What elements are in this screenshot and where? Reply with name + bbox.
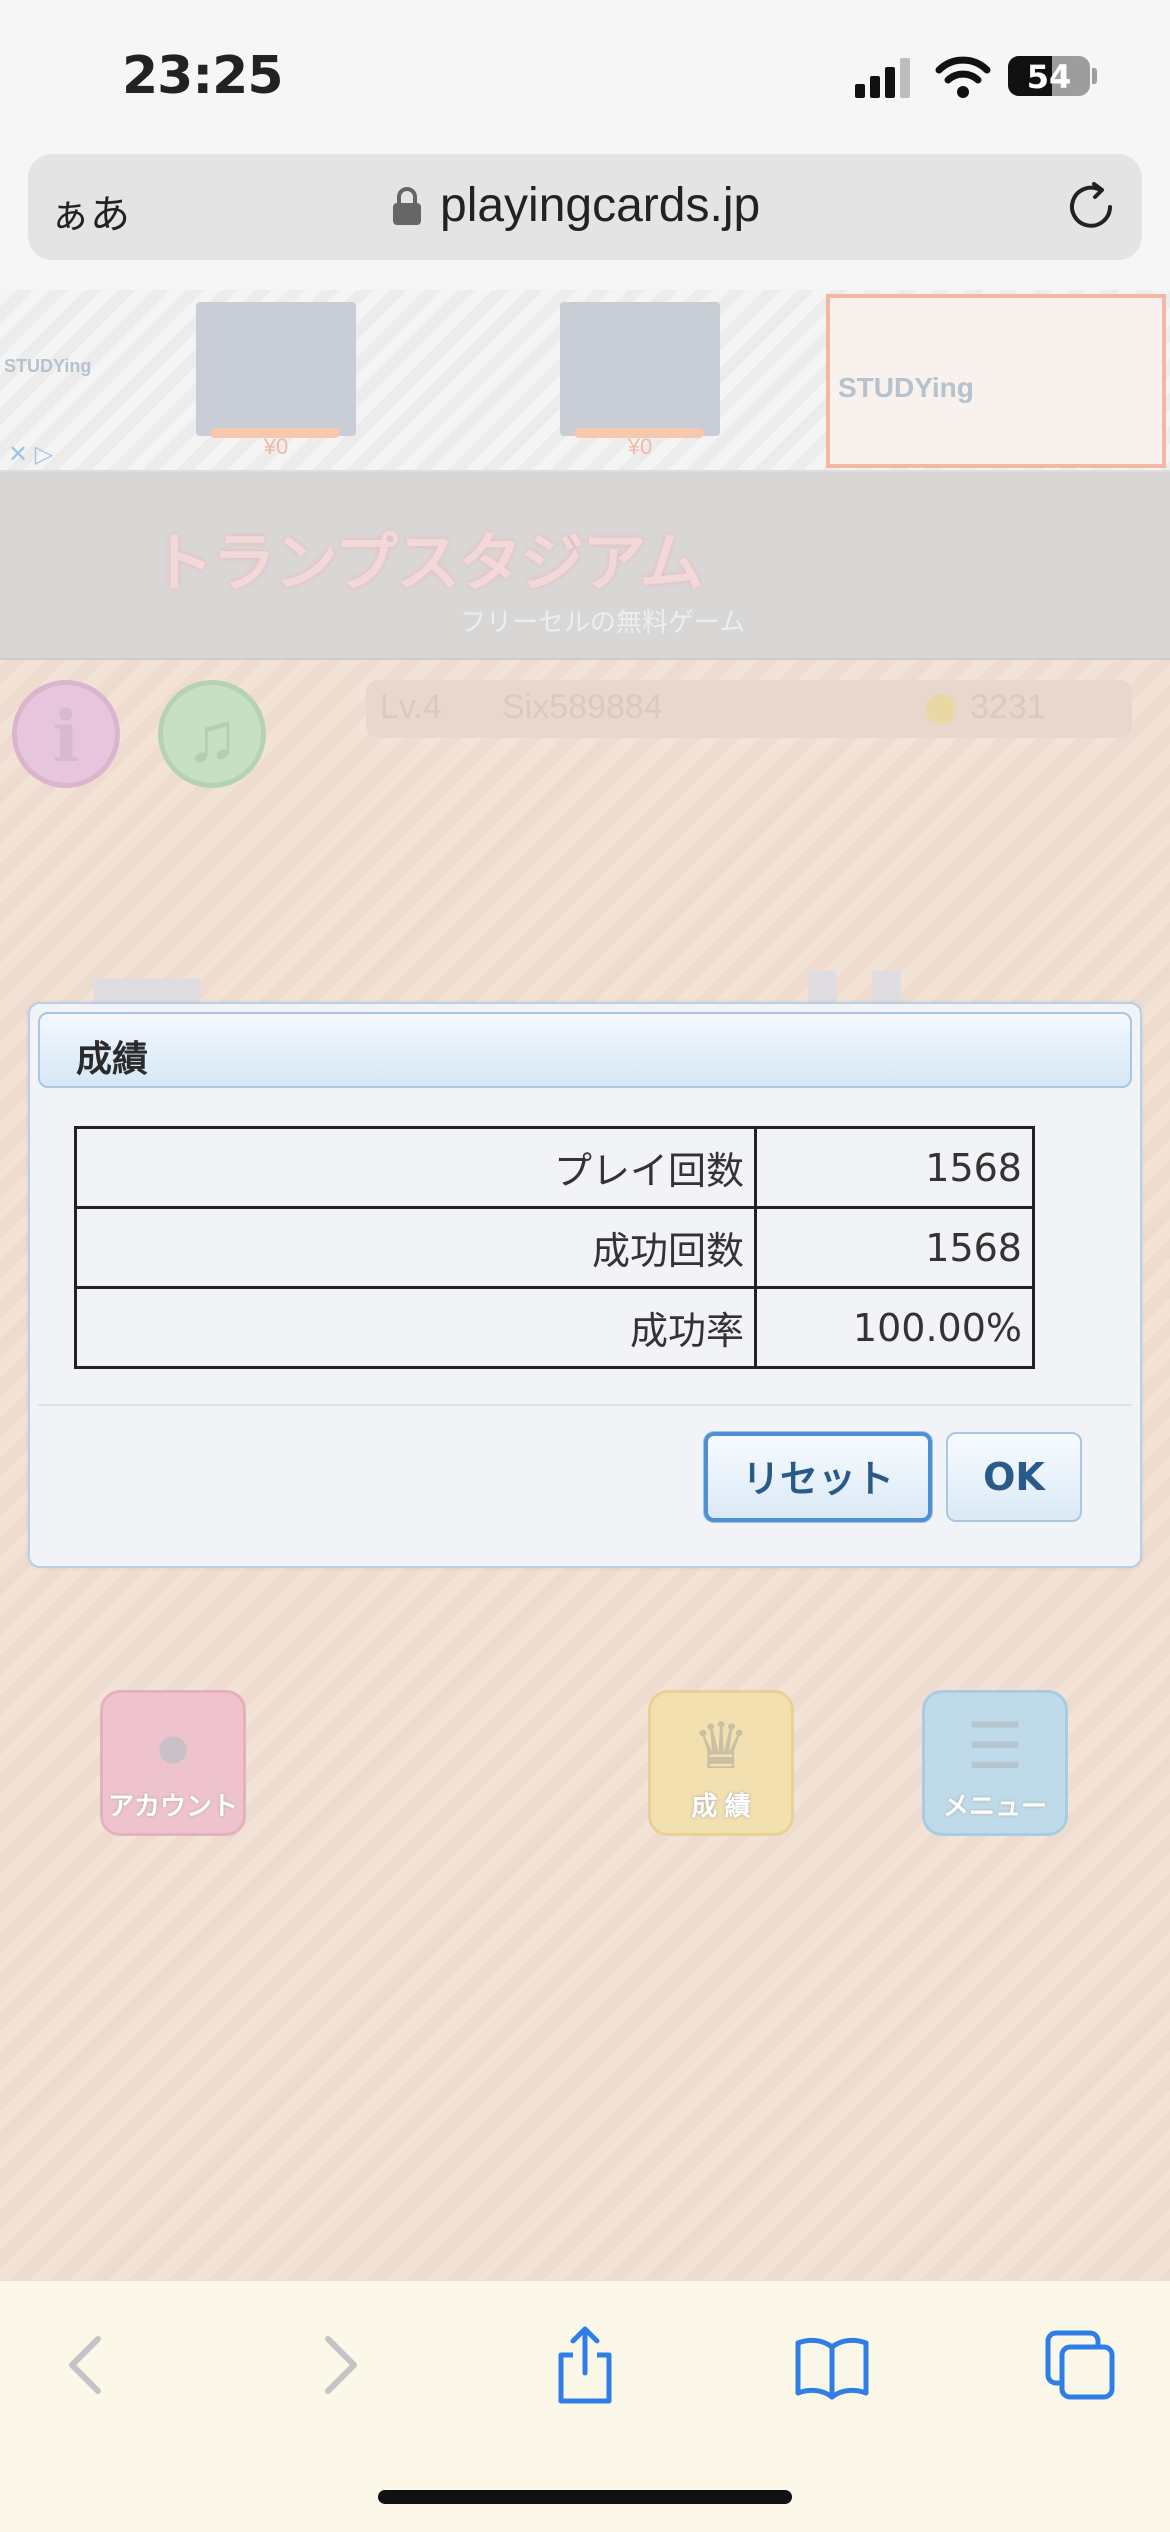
battery-percent: 54 [1026,58,1072,96]
username: Six589884 [502,688,663,726]
menu-label: メニュー [942,1791,1047,1821]
forward-icon[interactable] [298,2325,378,2405]
music-button[interactable]: ♫ [158,680,266,788]
share-icon[interactable] [545,2325,625,2405]
person-icon: ● [153,1710,193,1782]
back-icon[interactable] [48,2325,128,2405]
coin-icon [926,694,956,724]
reload-icon[interactable] [1064,180,1118,234]
table-row: 成功率 100.00% [74,1286,1035,1369]
stats-table: プレイ回数 1568 成功回数 1568 成功率 100.00% [74,1126,1035,1369]
stat-value: 1568 [754,1126,1035,1209]
wifi-icon [935,56,991,98]
dialog-title: 成績 [76,1039,149,1080]
stat-value: 100.00% [754,1286,1035,1369]
status-time: 23:25 [122,46,284,106]
bookmarks-icon[interactable] [792,2325,872,2405]
ad-close-icon[interactable]: ✕ ▷ [8,440,53,469]
trophy-icon: ♛ [692,1710,750,1782]
coin-count: 3231 [970,688,1046,726]
score-tile[interactable]: ♛ 成 績 [648,1690,794,1836]
ad-brand-logo: STUDYing [838,372,974,403]
ad-price: ¥0 [263,434,289,459]
stat-value: 1568 [754,1206,1035,1289]
site-subtitle: フリーセルの無料ゲーム [460,607,746,637]
info-button[interactable]: i [12,680,120,788]
tabs-icon[interactable] [1040,2325,1120,2405]
stat-label: 成功率 [74,1286,757,1369]
site-header: トランプスタジアム フリーセルの無料ゲーム [0,472,1170,660]
battery-tip [1092,68,1097,84]
status-bar: 23:25 54 [0,0,1170,150]
url-text[interactable]: playingcards.jp [440,178,760,233]
table-row: プレイ回数 1568 [74,1126,1035,1209]
site-logo[interactable]: トランプスタジアム [150,512,704,604]
account-label: アカウント [107,1791,238,1821]
dialog-divider [38,1404,1132,1406]
address-bar[interactable]: ぁあ playingcards.jp [28,154,1142,260]
table-row: 成功回数 1568 [74,1206,1035,1289]
ad-image-woman [560,302,720,436]
reset-button[interactable]: リセット [704,1432,932,1522]
lock-icon [393,187,421,225]
home-indicator [378,2490,792,2504]
reader-settings-button[interactable]: ぁあ [50,182,130,240]
ad-price: ¥0 [627,434,653,459]
account-tile[interactable]: ● アカウント [100,1690,246,1836]
ok-button[interactable]: OK [946,1432,1082,1522]
ad-brand-logo: STUDYing [4,356,92,376]
ad-feature-panel[interactable]: STUDYing [826,294,1166,468]
cellular-signal-icon [855,58,910,98]
ad-image-man [196,302,356,436]
stat-label: 成功回数 [74,1206,757,1289]
ad-banner[interactable]: STUDYing ¥0 ¥0 STUDYing ✕ ▷ [0,290,1170,472]
battery-icon: 54 [1008,56,1090,96]
user-status-bar: Lv.4 Six589884 3231 [366,680,1132,738]
stats-dialog: 成績 プレイ回数 1568 成功回数 1568 成功率 100.00% リセット… [28,1002,1142,1568]
score-label: 成 績 [691,1791,751,1821]
user-level: Lv.4 [380,688,442,726]
dialog-title-bar: 成績 [38,1012,1132,1088]
menu-tile[interactable]: ☰ メニュー [922,1690,1068,1836]
stat-label: プレイ回数 [74,1126,757,1209]
menu-lines-icon: ☰ [966,1710,1024,1782]
